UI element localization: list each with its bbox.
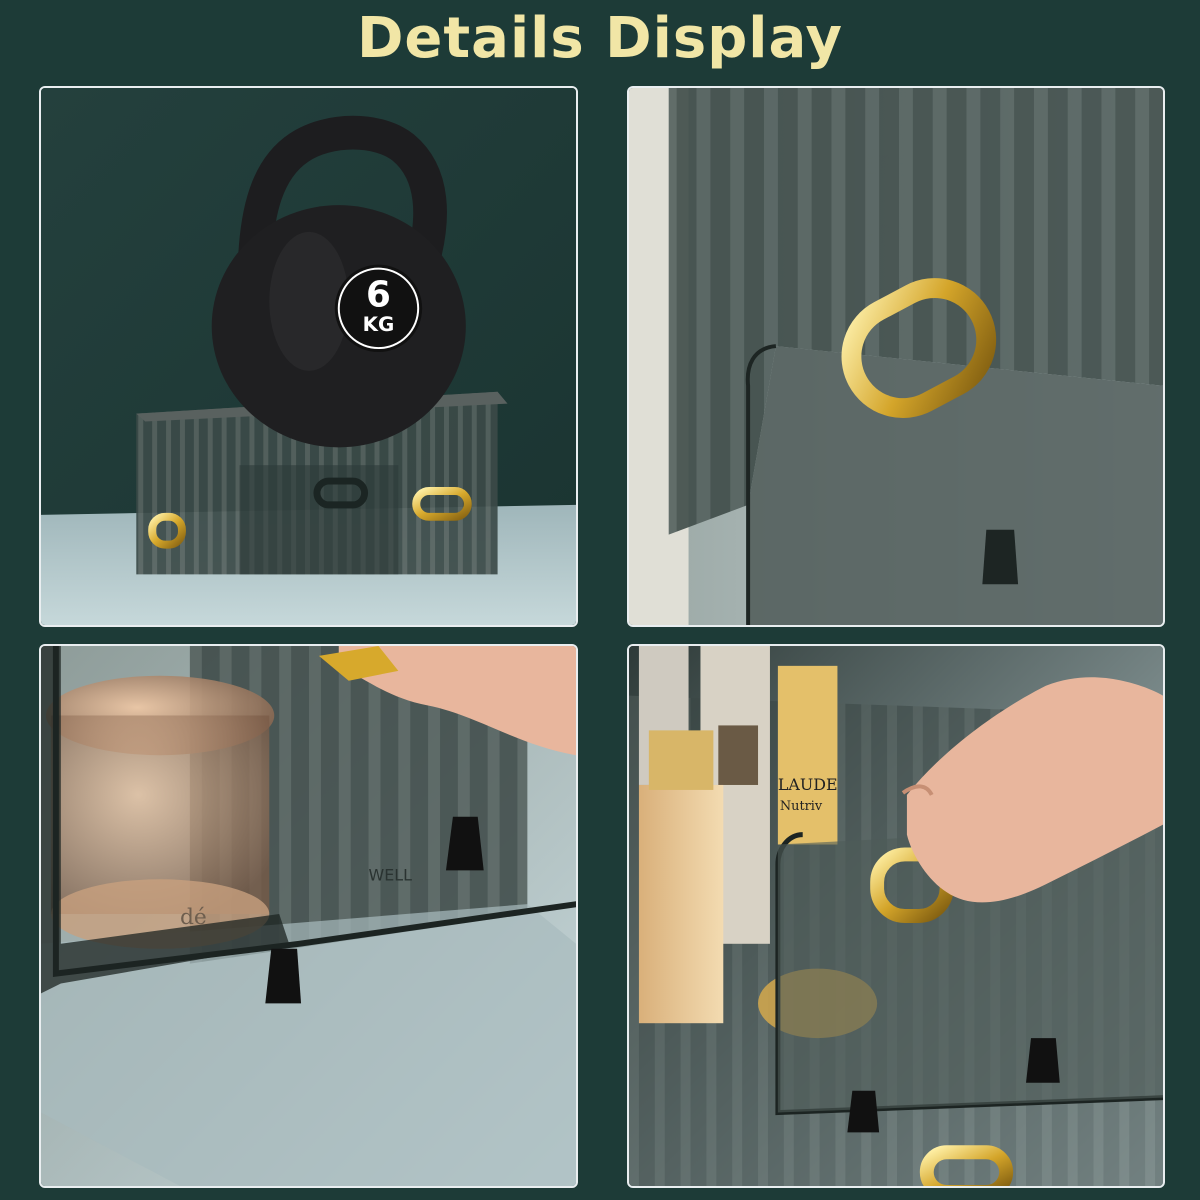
- kettlebell-unit: KG: [363, 313, 395, 336]
- detail-photo-weight-test: 6 KG: [39, 86, 578, 627]
- cosmetics-illustration: LAUDE Nutriv: [629, 646, 1163, 1186]
- bottle-text: WELL: [369, 865, 413, 884]
- bottle-sub-text: Nutriv: [780, 799, 823, 814]
- handle-illustration: [629, 88, 1163, 625]
- cream-jar: dé: [45, 675, 275, 949]
- detail-photo-cosmetics: LAUDE Nutriv: [627, 644, 1165, 1188]
- detail-photo-jar: dé WELL: [39, 644, 578, 1188]
- page-title: Details Display: [356, 6, 844, 71]
- bottle-brand-text: LAUDE: [778, 775, 838, 794]
- kettlebell-number: 6: [366, 274, 391, 315]
- jar-illustration: dé WELL: [41, 646, 576, 1186]
- weight-test-illustration: 6 KG: [41, 88, 576, 625]
- detail-photo-handle: [627, 86, 1165, 627]
